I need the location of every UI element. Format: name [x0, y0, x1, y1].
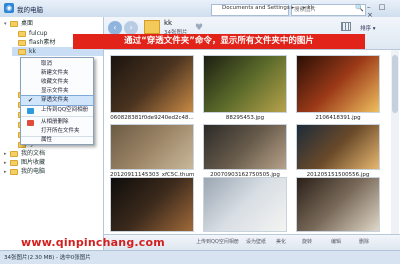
folder-icon [18, 48, 26, 55]
view-mode-icon[interactable] [341, 22, 351, 31]
folder-icon [10, 20, 18, 27]
tree-item-label: 图片收藏 [21, 159, 46, 166]
menu-item-label: 穿透文件夹 [41, 97, 69, 103]
tree-item[interactable]: ▸ 我的电脑 [4, 167, 103, 176]
photo-caption[interactable]: 2106418391.jpg [296, 115, 380, 121]
photo-thumbnail[interactable] [296, 177, 380, 232]
menu-item-label: 收藏文件夹 [41, 79, 69, 85]
menu-item[interactable]: 新建文件夹 [21, 69, 93, 78]
forward-button[interactable]: › [124, 21, 138, 35]
status-text: 34张图片(2.30 MB) - 选中0张图片 [4, 255, 91, 261]
rotate-button[interactable]: 旋转 [302, 238, 312, 245]
menu-item[interactable]: 上传到QQ空间相册 [21, 106, 93, 115]
search-placeholder: 搜索图片 [294, 7, 317, 13]
menu-item-label: 取消 [41, 61, 53, 67]
menu-item-icon [27, 107, 34, 114]
app-logo-icon: ◉ [4, 3, 14, 13]
tree-item-label: 我的电脑 [21, 168, 46, 175]
folder-icon [18, 39, 26, 46]
menu-item[interactable]: ✔ 穿透文件夹 [20, 95, 94, 106]
photo-thumbnail[interactable] [110, 55, 194, 113]
checkmark-icon: ✔ [28, 97, 34, 104]
menu-item-label: 上传到QQ空间相册 [41, 107, 89, 113]
menu-item-label: 显示文件夹 [41, 88, 69, 94]
photo-thumbnail[interactable] [296, 124, 380, 170]
menu-separator [21, 116, 93, 117]
menu-item-label: 属性 [41, 137, 53, 143]
search-icon[interactable]: 🔍 [355, 4, 364, 12]
photo-caption[interactable]: 88295453.jpg [203, 115, 287, 121]
menu-item-icon [27, 119, 34, 126]
tree-item[interactable]: ▾ 桌面 [4, 19, 103, 28]
photo-thumbnail[interactable] [296, 55, 380, 113]
folder-icon [18, 30, 26, 37]
set-wallpaper-button[interactable]: 设为壁纸 [246, 238, 266, 245]
photo-caption[interactable]: 060828381f0de9240ed2c48... [110, 115, 194, 121]
favorite-heart-icon[interactable]: ♥ [193, 22, 205, 34]
menu-item[interactable]: 属性 [21, 136, 93, 145]
upload-qzone-button[interactable]: 上传到QQ空间相册 [196, 238, 239, 245]
sort-button[interactable]: 排序 ▾ [360, 24, 376, 32]
menu-item[interactable]: 显示文件夹 [21, 87, 93, 96]
context-menu: 取消新建文件夹收藏文件夹显示文件夹 ✔ 穿透文件夹上传到QQ空间相册 从相册删除打开所… [20, 57, 94, 145]
back-button[interactable]: ‹ [108, 21, 122, 35]
menu-item-label: 新建文件夹 [41, 70, 69, 76]
photo-thumbnail[interactable] [203, 55, 287, 113]
menu-item[interactable]: 从相册删除 [21, 118, 93, 127]
tree-item-label: flash素材 [29, 39, 56, 46]
photo-thumbnail[interactable] [203, 177, 287, 232]
photo-thumbnail[interactable] [110, 124, 194, 170]
folder-icon [144, 20, 160, 34]
callout-banner: 通过“穿透文件夹”命令，显示所有文件夹中的图片 [73, 34, 365, 49]
app-title: 我的电脑 [17, 6, 43, 14]
menu-item[interactable]: 收藏文件夹 [21, 78, 93, 87]
folder-icon [10, 150, 18, 157]
folder-icon [10, 168, 18, 175]
window-controls[interactable]: – □ × [367, 3, 400, 19]
delete-button[interactable]: 删除 [359, 238, 369, 245]
tree-item[interactable]: ▸ 我的文档 [4, 149, 103, 158]
tree-item-label: 我的文档 [21, 150, 46, 157]
site-watermark: www.qinpinchang.com [21, 236, 165, 249]
edit-button[interactable]: 编辑 [331, 238, 341, 245]
menu-item-label: 打开所在文件夹 [41, 128, 80, 134]
beautify-button[interactable]: 美化 [276, 238, 286, 245]
menu-item-label: 从相册删除 [41, 119, 69, 125]
menu-item[interactable]: 取消 [21, 60, 93, 69]
tree-item[interactable]: ▸ 图片收藏 [4, 158, 103, 167]
folder-icon [10, 159, 18, 166]
photo-thumbnail[interactable] [203, 124, 287, 170]
tree-item-label: 桌面 [21, 20, 34, 27]
tree-item-label: fulcup [29, 30, 48, 37]
folder-name: kk [164, 19, 173, 27]
menu-item[interactable]: 打开所在文件夹 [21, 127, 93, 136]
photo-thumbnail[interactable] [110, 177, 194, 232]
tree-item-label: kk [29, 48, 36, 55]
scrollbar-thumb[interactable] [392, 55, 398, 113]
